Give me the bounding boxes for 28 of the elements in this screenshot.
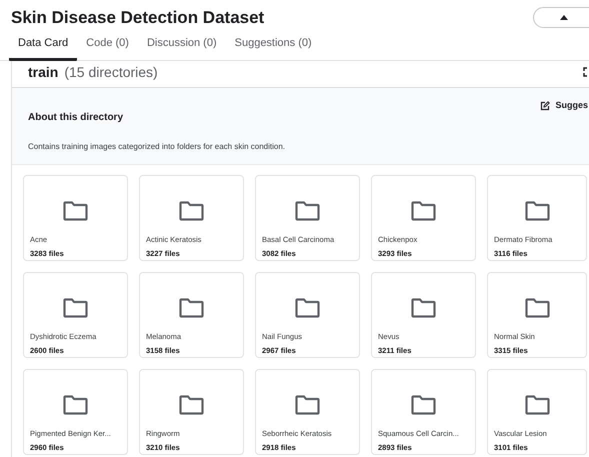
folder-icon	[179, 201, 204, 221]
caret-up-icon	[560, 15, 568, 20]
about-heading: About this directory	[28, 112, 124, 124]
tab[interactable]: Suggestions (0)	[226, 36, 321, 61]
folder-icon	[179, 395, 204, 415]
folder-icon	[524, 395, 550, 415]
folder-icon	[411, 395, 436, 415]
directory-description: Contains training images categorized into folders for each skin condition.	[28, 141, 286, 153]
folder-icon	[63, 298, 88, 318]
tab[interactable]: Discussion (0)	[138, 36, 226, 61]
tab[interactable]: Code (0)	[77, 36, 138, 61]
folder-icon	[411, 298, 436, 318]
expand-icon[interactable]	[583, 67, 589, 77]
folder-icon	[295, 395, 320, 415]
folder-icon	[295, 298, 320, 318]
tab[interactable]: Data Card	[9, 36, 78, 61]
folder-icon	[524, 201, 550, 221]
folder-icon	[179, 298, 204, 318]
edit-icon	[540, 100, 550, 111]
folder-icon	[411, 201, 436, 221]
folder-icon	[295, 201, 320, 221]
suggest-edits-button[interactable]: Sugges	[540, 99, 588, 112]
folder-icon	[63, 395, 88, 415]
folder-icon	[524, 298, 550, 318]
directory-count: (15 directories)	[64, 62, 158, 82]
folder-icon	[63, 201, 88, 221]
dataset-title: Skin Disease Detection Dataset	[11, 7, 264, 29]
directory-name: train	[28, 62, 58, 82]
